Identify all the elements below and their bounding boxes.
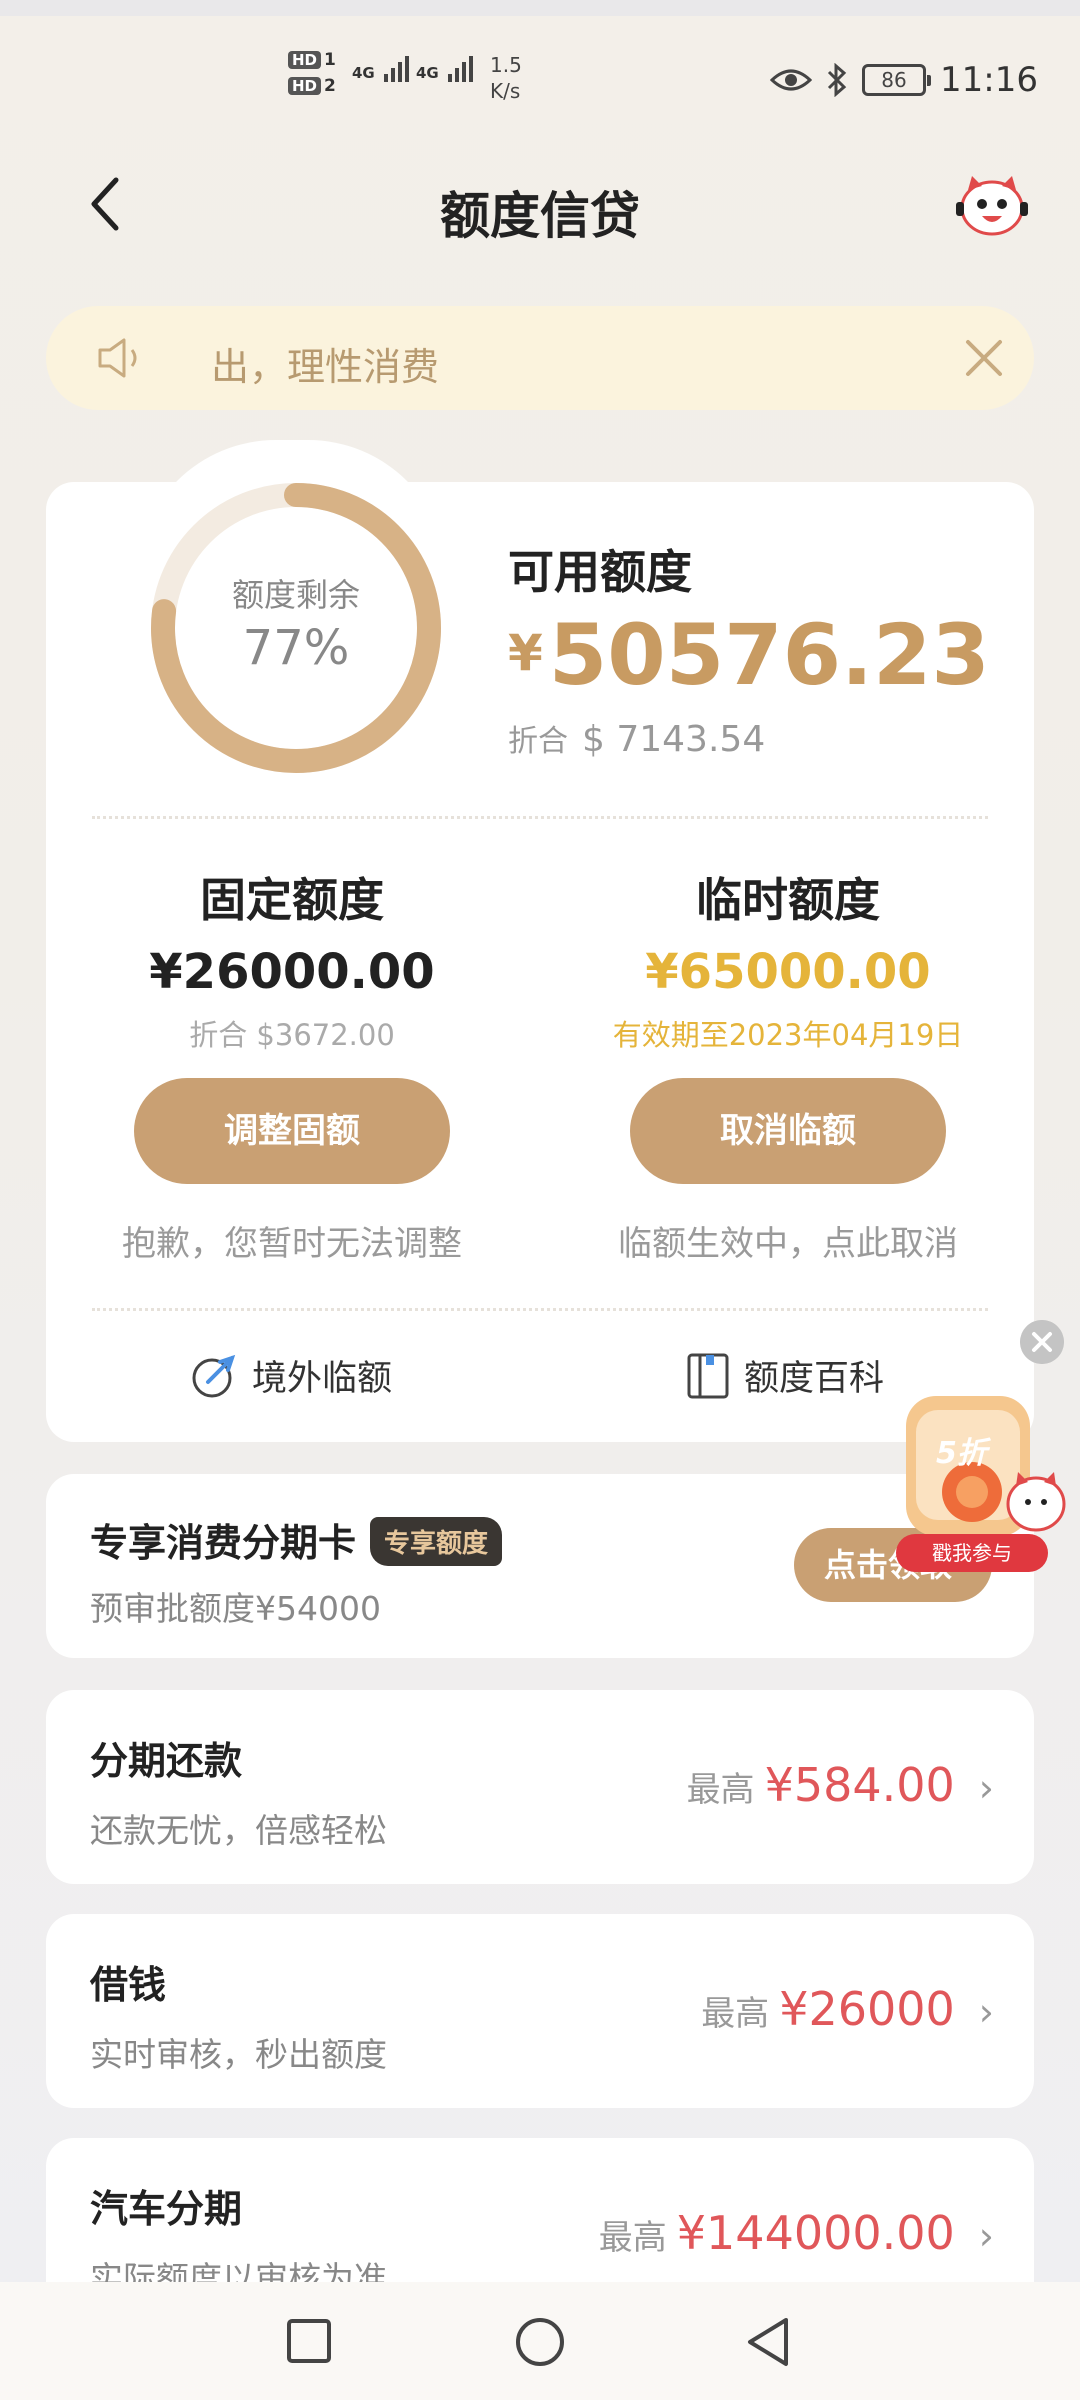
- available-usd: 折合 $ 7143.54: [508, 716, 765, 760]
- recent-apps-icon[interactable]: [286, 2318, 332, 2364]
- borrow-card[interactable]: 借钱 实时审核，秒出额度 最高 ¥26000 ›: [46, 1914, 1034, 2108]
- usd-amount: $ 7143.54: [582, 719, 766, 760]
- status-bar: HD 1 HD 2 4G 4G 1.5 K/s 86 11:16: [0, 48, 1080, 118]
- promo-cta[interactable]: 戳我参与: [896, 1534, 1048, 1572]
- ring-percent: 77%: [242, 620, 350, 676]
- clock: 11:16: [940, 60, 1038, 100]
- temp-note[interactable]: 临额生效中，点此取消: [578, 1216, 998, 1265]
- book-icon: [687, 1353, 729, 1398]
- divider: [92, 1308, 988, 1311]
- temp-title: 临时额度: [696, 873, 880, 927]
- fixed-note: 抱歉，您暂时无法调整: [122, 1224, 462, 1264]
- speaker-icon: [98, 338, 137, 378]
- page-title: 额度信贷: [440, 187, 640, 245]
- max-label: 最高: [686, 1770, 755, 1810]
- overseas-quota-label: 境外临额: [252, 1359, 393, 1399]
- installment-card-title: 专享消费分期卡 专享额度: [90, 1512, 503, 1567]
- installment-card-sub: 预审批额度¥54000: [90, 1589, 381, 1628]
- quota-wiki-link[interactable]: 额度百科: [686, 1350, 884, 1401]
- max-label: 最高: [701, 1994, 770, 2034]
- max-amount: ¥584.00: [764, 1758, 955, 1812]
- eye-icon: [770, 69, 813, 91]
- notice-text: 出，理性消费: [211, 345, 440, 389]
- promo-badge[interactable]: 5折 戳我参与: [876, 1386, 1072, 1576]
- system-nav-bar: [0, 2282, 1080, 2400]
- quota-wiki-label: 额度百科: [744, 1359, 885, 1399]
- temp-amount: ¥65000.00: [645, 944, 931, 1000]
- available-title: 可用额度: [508, 545, 692, 599]
- card-title: 分期还款: [90, 1739, 243, 1783]
- app-header: 额度信贷: [0, 160, 1080, 250]
- fixed-quota-section: 固定额度 ¥26000.00 折合 $3672.00 调整固额 抱歉，您暂时无法…: [82, 864, 502, 1265]
- max-value: 最高 ¥26000 ›: [701, 1982, 994, 2036]
- max-value: 最高 ¥144000.00 ›: [599, 2206, 994, 2260]
- installment-repay-card[interactable]: 分期还款 还款无忧，倍感轻松 最高 ¥584.00 ›: [46, 1690, 1034, 1884]
- signal-icon-1: 4G: [352, 56, 409, 82]
- sim1-indicator: HD 1: [288, 50, 336, 70]
- chevron-right-icon: ›: [978, 2214, 994, 2258]
- max-amount: ¥26000: [779, 1982, 955, 2036]
- fixed-amount: ¥26000.00: [149, 944, 435, 1000]
- max-amount: ¥144000.00: [676, 2206, 955, 2260]
- ring-label: 额度剩余: [231, 576, 360, 614]
- close-icon[interactable]: [964, 338, 1004, 378]
- card-title: 汽车分期: [90, 2187, 243, 2231]
- currency-symbol: ¥: [508, 624, 543, 682]
- close-promo-icon[interactable]: [1020, 1320, 1064, 1364]
- chevron-right-icon: ›: [978, 1990, 994, 2034]
- fixed-title: 固定额度: [200, 873, 384, 927]
- max-label: 最高: [598, 2218, 667, 2258]
- bluetooth-icon: [827, 63, 847, 97]
- battery-indicator: 86: [862, 64, 932, 96]
- cancel-temp-button[interactable]: 取消临额: [630, 1078, 946, 1184]
- promo-discount: 5折: [936, 1436, 987, 1471]
- overseas-quota-link[interactable]: 境外临额: [190, 1350, 392, 1401]
- top-strip: [0, 0, 1080, 16]
- notice-bar[interactable]: 出，理性消费: [46, 306, 1034, 410]
- sim-indicators: HD 1 HD 2: [288, 50, 336, 96]
- back-nav-icon[interactable]: [744, 2316, 792, 2368]
- usd-prefix: 折合: [508, 724, 568, 759]
- chevron-right-icon: ›: [978, 1766, 994, 1810]
- adjust-fixed-button[interactable]: 调整固额: [134, 1078, 450, 1184]
- available-amount: ¥50576.23: [508, 606, 990, 704]
- card-sub: 实时审核，秒出额度: [90, 2035, 387, 2074]
- max-value: 最高 ¥584.00 ›: [687, 1758, 994, 1812]
- divider: [92, 816, 988, 819]
- fixed-usd: 折合 $3672.00: [189, 1018, 395, 1052]
- temp-quota-section: 临时额度 ¥65000.00 有效期至2023年04月19日 取消临额 临额生效…: [578, 864, 998, 1265]
- network-speed: 1.5 K/s: [490, 53, 522, 103]
- exclusive-tag: 专享额度: [370, 1517, 503, 1566]
- available-number: 50576.23: [548, 606, 990, 704]
- sim2-indicator: HD 2: [288, 76, 336, 96]
- signal-icon-2: 4G: [416, 56, 473, 82]
- home-icon[interactable]: [514, 2316, 566, 2368]
- plane-icon: [192, 1354, 236, 1397]
- temp-validity: 有效期至2023年04月19日: [612, 1018, 964, 1052]
- mascot-service-icon[interactable]: [954, 170, 1030, 240]
- card-sub: 还款无忧，倍感轻松: [90, 1811, 387, 1850]
- card-title: 借钱: [90, 1963, 167, 2007]
